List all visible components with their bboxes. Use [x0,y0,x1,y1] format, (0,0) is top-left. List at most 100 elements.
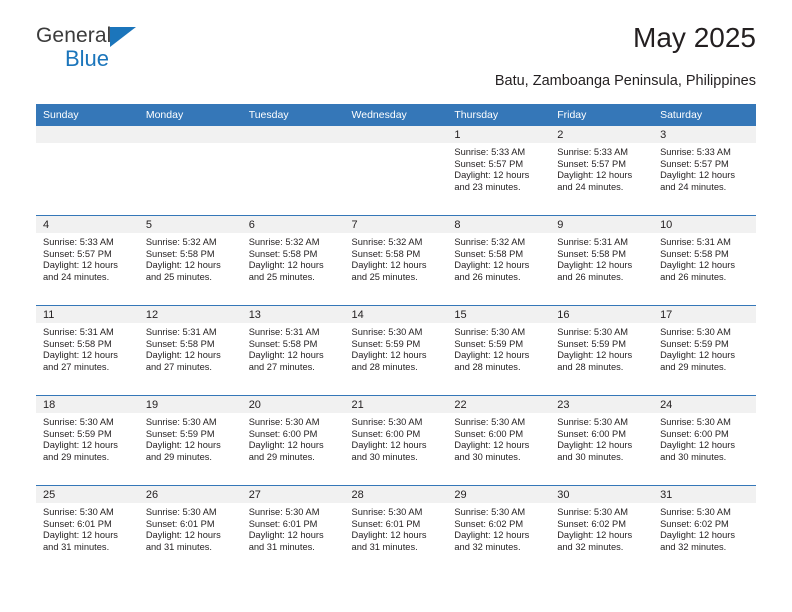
day-cell[interactable]: 8 Sunrise: 5:32 AM Sunset: 5:58 PM Dayli… [447,215,551,306]
day-cell[interactable]: 7 Sunrise: 5:32 AM Sunset: 5:58 PM Dayli… [344,215,448,306]
daylight-text-line2: and 31 minutes. [145,541,212,552]
sunrise-text: Sunrise: 5:30 AM [557,417,629,427]
day-cell[interactable]: 5 Sunrise: 5:32 AM Sunset: 5:58 PM Dayli… [138,215,242,306]
day-cell[interactable] [241,126,345,216]
daylight-text-line1: Daylight: 12 hours [145,350,221,361]
day-details: Sunrise: 5:32 AM Sunset: 5:58 PM Dayligh… [345,233,448,283]
day-cell[interactable]: 21 Sunrise: 5:30 AM Sunset: 6:00 PM Dayl… [344,395,448,486]
sunset-text: Sunset: 5:57 PM [557,158,626,169]
daylight-text-line2: and 32 minutes. [454,541,521,552]
daylight-text-line1: Daylight: 12 hours [351,350,427,361]
day-cell[interactable]: 23 Sunrise: 5:30 AM Sunset: 6:00 PM Dayl… [550,395,654,486]
day-cell[interactable] [138,126,242,216]
daylight-text-line1: Daylight: 12 hours [454,170,530,181]
daylight-text-line2: and 31 minutes. [43,541,110,552]
day-cell[interactable]: 15 Sunrise: 5:30 AM Sunset: 5:59 PM Dayl… [447,305,551,396]
sunrise-text: Sunrise: 5:32 AM [145,237,217,247]
sunset-text: Sunset: 6:01 PM [43,518,112,529]
daylight-text-line2: and 32 minutes. [557,541,624,552]
day-cell[interactable]: 26 Sunrise: 5:30 AM Sunset: 6:01 PM Dayl… [138,485,242,575]
day-details: Sunrise: 5:33 AM Sunset: 5:57 PM Dayligh… [36,233,139,283]
day-cell[interactable]: 6 Sunrise: 5:32 AM Sunset: 5:58 PM Dayli… [241,215,345,306]
day-details: Sunrise: 5:30 AM Sunset: 6:00 PM Dayligh… [653,413,756,463]
daylight-text-line1: Daylight: 12 hours [248,260,324,271]
daylight-text-line1: Daylight: 12 hours [454,530,530,541]
daylight-text-line1: Daylight: 12 hours [351,530,427,541]
sunset-text: Sunset: 6:01 PM [248,518,318,529]
page-title: May 2025 [633,22,756,53]
daylight-text-line2: and 25 minutes. [248,271,315,282]
logo-triangle-icon [110,27,136,47]
daylight-text-line2: and 26 minutes. [454,271,521,282]
sunset-text: Sunset: 6:00 PM [454,428,524,439]
calendar-week-row: 11 Sunrise: 5:31 AM Sunset: 5:58 PM Dayl… [36,305,756,396]
sunrise-text: Sunrise: 5:32 AM [351,237,423,247]
sunset-text: Sunset: 5:59 PM [351,338,421,349]
day-cell[interactable]: 25 Sunrise: 5:30 AM Sunset: 6:01 PM Dayl… [36,485,139,575]
day-cell[interactable] [36,126,139,216]
day-cell[interactable]: 27 Sunrise: 5:30 AM Sunset: 6:01 PM Dayl… [241,485,345,575]
sunset-text: Sunset: 6:00 PM [660,428,729,439]
weekday-header-monday: Monday [138,104,242,126]
calendar-week-row: 1 Sunrise: 5:33 AM Sunset: 5:57 PM Dayli… [36,126,756,216]
day-cell[interactable]: 28 Sunrise: 5:30 AM Sunset: 6:01 PM Dayl… [344,485,448,575]
sunset-text: Sunset: 5:58 PM [454,248,524,259]
day-cell[interactable]: 13 Sunrise: 5:31 AM Sunset: 5:58 PM Dayl… [241,305,345,396]
day-number: 21 [344,396,448,413]
daylight-text-line2: and 25 minutes. [145,271,212,282]
day-details: Sunrise: 5:30 AM Sunset: 6:00 PM Dayligh… [242,413,345,463]
day-cell[interactable]: 4 Sunrise: 5:33 AM Sunset: 5:57 PM Dayli… [36,215,139,306]
daylight-text-line1: Daylight: 12 hours [248,440,324,451]
day-details [139,143,242,147]
day-cell[interactable]: 29 Sunrise: 5:30 AM Sunset: 6:02 PM Dayl… [447,485,551,575]
sunset-text: Sunset: 5:58 PM [43,338,112,349]
day-cell[interactable]: 3 Sunrise: 5:33 AM Sunset: 5:57 PM Dayli… [653,126,756,216]
day-number: 26 [138,486,242,503]
generalblue-logo[interactable]: General Blue [36,24,196,76]
day-cell[interactable]: 16 Sunrise: 5:30 AM Sunset: 5:59 PM Dayl… [550,305,654,396]
day-cell[interactable] [344,126,448,216]
day-number: 25 [36,486,139,503]
day-cell[interactable]: 17 Sunrise: 5:30 AM Sunset: 5:59 PM Dayl… [653,305,756,396]
day-number [138,126,242,143]
day-details: Sunrise: 5:30 AM Sunset: 5:59 PM Dayligh… [550,323,653,373]
day-cell[interactable]: 18 Sunrise: 5:30 AM Sunset: 5:59 PM Dayl… [36,395,139,486]
daylight-text-line2: and 29 minutes. [43,451,110,462]
day-cell[interactable]: 22 Sunrise: 5:30 AM Sunset: 6:00 PM Dayl… [447,395,551,486]
day-details: Sunrise: 5:31 AM Sunset: 5:58 PM Dayligh… [242,323,345,373]
day-number [241,126,345,143]
calendar-week-row: 18 Sunrise: 5:30 AM Sunset: 5:59 PM Dayl… [36,395,756,486]
daylight-text-line2: and 28 minutes. [557,361,624,372]
day-cell[interactable]: 30 Sunrise: 5:30 AM Sunset: 6:02 PM Dayl… [550,485,654,575]
sunset-text: Sunset: 6:02 PM [557,518,626,529]
day-cell[interactable]: 31 Sunrise: 5:30 AM Sunset: 6:02 PM Dayl… [653,485,756,575]
daylight-text-line2: and 29 minutes. [145,451,212,462]
day-cell[interactable]: 12 Sunrise: 5:31 AM Sunset: 5:58 PM Dayl… [138,305,242,396]
day-cell[interactable]: 19 Sunrise: 5:30 AM Sunset: 5:59 PM Dayl… [138,395,242,486]
day-cell[interactable]: 1 Sunrise: 5:33 AM Sunset: 5:57 PM Dayli… [447,126,551,216]
day-details: Sunrise: 5:30 AM Sunset: 5:59 PM Dayligh… [139,413,242,463]
day-number: 5 [138,216,242,233]
day-cell[interactable]: 11 Sunrise: 5:31 AM Sunset: 5:58 PM Dayl… [36,305,139,396]
day-cell[interactable]: 9 Sunrise: 5:31 AM Sunset: 5:58 PM Dayli… [550,215,654,306]
day-cell[interactable]: 20 Sunrise: 5:30 AM Sunset: 6:00 PM Dayl… [241,395,345,486]
sunset-text: Sunset: 5:59 PM [454,338,524,349]
sunrise-text: Sunrise: 5:30 AM [454,327,526,337]
weekday-header-friday: Friday [550,104,654,126]
daylight-text-line2: and 31 minutes. [351,541,418,552]
daylight-text-line1: Daylight: 12 hours [145,440,221,451]
day-cell[interactable]: 24 Sunrise: 5:30 AM Sunset: 6:00 PM Dayl… [653,395,756,486]
day-number: 24 [653,396,756,413]
sunset-text: Sunset: 5:58 PM [660,248,729,259]
sunrise-text: Sunrise: 5:30 AM [557,507,629,517]
day-cell[interactable]: 10 Sunrise: 5:31 AM Sunset: 5:58 PM Dayl… [653,215,756,306]
sunset-text: Sunset: 5:58 PM [145,338,215,349]
sunset-text: Sunset: 5:57 PM [454,158,524,169]
sunrise-text: Sunrise: 5:30 AM [145,417,217,427]
calendar-week-row: 4 Sunrise: 5:33 AM Sunset: 5:57 PM Dayli… [36,215,756,306]
day-details [242,143,345,147]
day-cell[interactable]: 2 Sunrise: 5:33 AM Sunset: 5:57 PM Dayli… [550,126,654,216]
sunrise-text: Sunrise: 5:30 AM [351,327,423,337]
day-cell[interactable]: 14 Sunrise: 5:30 AM Sunset: 5:59 PM Dayl… [344,305,448,396]
day-number: 31 [653,486,756,503]
